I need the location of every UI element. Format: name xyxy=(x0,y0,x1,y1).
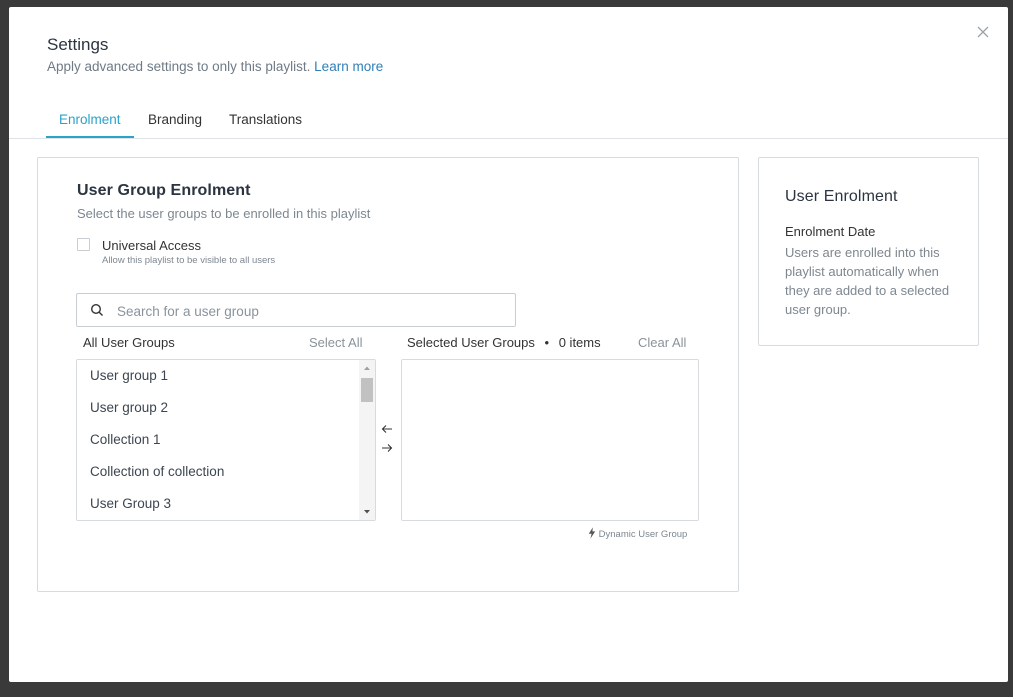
universal-access-label: Universal Access xyxy=(102,238,201,253)
universal-access-checkbox[interactable] xyxy=(77,238,90,251)
tab-branding[interactable]: Branding xyxy=(135,111,215,138)
user-enrolment-text: Users are enrolled into this playlist au… xyxy=(785,245,950,317)
dynamic-user-group-legend: Dynamic User Group xyxy=(588,527,687,540)
user-enrolment-heading: User Enrolment xyxy=(785,188,898,205)
scroll-up-icon[interactable] xyxy=(359,360,375,376)
list-item[interactable]: Collection 1 xyxy=(90,432,161,447)
clear-all-link[interactable]: Clear All xyxy=(638,335,686,350)
list-item[interactable]: User Group 3 xyxy=(90,496,171,511)
modal-title: Settings xyxy=(47,35,109,54)
move-left-arrow-icon[interactable] xyxy=(381,423,393,435)
tab-enrolment[interactable]: Enrolment xyxy=(46,111,134,138)
modal-subtitle: Apply advanced settings to only this pla… xyxy=(47,59,383,74)
selected-count: 0 items xyxy=(558,335,601,350)
list-item[interactable]: User group 1 xyxy=(90,368,168,383)
separator-dot: • xyxy=(544,335,550,350)
user-group-search xyxy=(76,293,516,327)
tab-bar: Enrolment Branding Translations xyxy=(9,107,1008,139)
user-group-enrolment-panel: User Group Enrolment Select the user gro… xyxy=(37,157,739,592)
close-icon[interactable] xyxy=(976,25,990,39)
settings-modal: Settings Apply advanced settings to only… xyxy=(9,7,1008,682)
search-input[interactable] xyxy=(115,300,499,322)
move-right-arrow-icon[interactable] xyxy=(381,442,393,454)
list-item[interactable]: Collection of collection xyxy=(90,464,224,479)
scroll-down-icon[interactable] xyxy=(359,504,375,520)
subtitle-text: Apply advanced settings to only this pla… xyxy=(47,59,311,74)
universal-access-hint: Allow this playlist to be visible to all… xyxy=(102,255,276,266)
enrolment-date-subheading: Enrolment Date xyxy=(785,224,876,239)
user-group-enrolment-heading: User Group Enrolment xyxy=(77,182,251,199)
selected-user-groups-title: Selected User Groups xyxy=(407,335,535,350)
learn-more-link[interactable]: Learn more xyxy=(314,59,383,74)
user-group-enrolment-description: Select the user groups to be enrolled in… xyxy=(77,206,371,221)
lightning-icon xyxy=(588,527,596,539)
tab-translations[interactable]: Translations xyxy=(216,111,315,138)
search-icon xyxy=(90,303,103,316)
all-user-groups-title: All User Groups xyxy=(83,335,175,350)
dynamic-user-group-label: Dynamic User Group xyxy=(598,529,688,540)
list-item[interactable]: User group 2 xyxy=(90,400,168,415)
selected-user-groups-list[interactable] xyxy=(401,359,699,521)
scrollbar-thumb[interactable] xyxy=(361,378,373,402)
user-enrolment-panel: User Enrolment Enrolment Date Users are … xyxy=(758,157,979,346)
select-all-link[interactable]: Select All xyxy=(309,335,362,350)
list-scrollbar[interactable] xyxy=(359,360,375,520)
all-user-groups-list[interactable]: User group 1 User group 2 Collection 1 C… xyxy=(76,359,376,521)
selected-user-groups-header: Selected User Groups • 0 items xyxy=(407,335,601,350)
